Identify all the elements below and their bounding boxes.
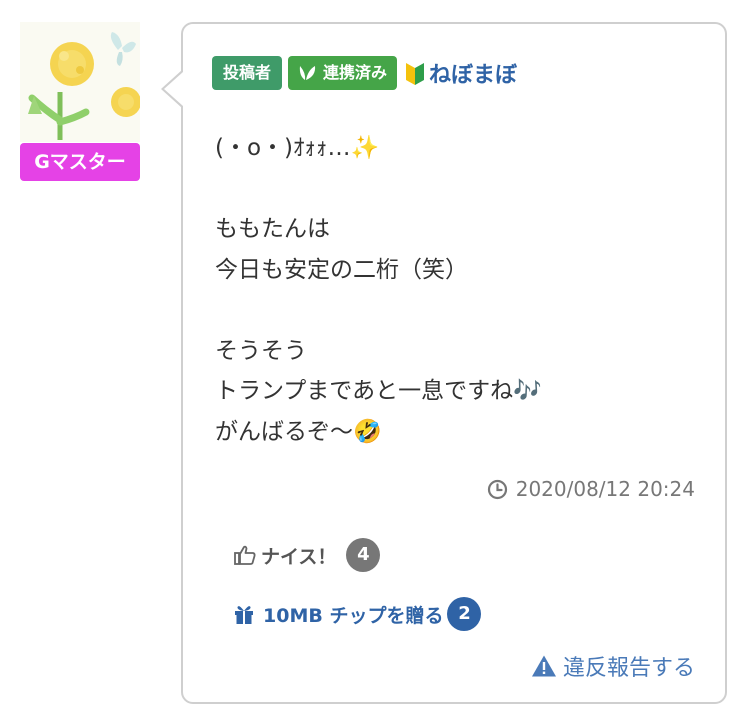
comment-header: 投稿者 連携済み ねぼまぼ bbox=[212, 56, 517, 90]
chip-gift-button[interactable]: 10MB チップを贈る 2 bbox=[233, 597, 482, 631]
chip-count-badge: 2 bbox=[447, 597, 482, 631]
thumbs-up-icon bbox=[234, 545, 256, 565]
post-line bbox=[215, 169, 705, 210]
report-label: 違反報告する bbox=[562, 656, 695, 681]
post-line: そうそう bbox=[215, 337, 307, 364]
post-line: がんばるぞ〜🤣 bbox=[215, 418, 382, 445]
username-link[interactable]: ねぼまぼ bbox=[429, 57, 517, 89]
post-line bbox=[215, 290, 705, 331]
gift-icon bbox=[235, 606, 253, 624]
avatar[interactable] bbox=[20, 22, 140, 142]
timestamp-text: 2020/08/12 20:24 bbox=[515, 477, 695, 501]
bubble-tail-fill bbox=[164, 72, 183, 106]
post-line: ももたんは bbox=[215, 216, 330, 242]
comment-bubble: 投稿者 連携済み ねぼまぼ (・o・)ｵｫｫ…✨ ももたんは 今日も安定の二桁（… bbox=[181, 22, 727, 704]
post-text: (・o・)ｵｫｫ…✨ ももたんは 今日も安定の二桁（笑） そうそう トランプまで… bbox=[215, 128, 705, 452]
linked-tag-label: 連携済み bbox=[323, 63, 388, 82]
leaf-icon bbox=[299, 66, 316, 80]
nice-count-badge: 4 bbox=[346, 538, 381, 572]
chip-label: 10MB チップを贈る bbox=[263, 604, 444, 627]
comment-card: Gマスター 投稿者 連携済み ねぼまぼ (・o・)ｵｫｫ…✨ ももたんは 今日も… bbox=[0, 0, 750, 725]
rank-badge[interactable]: Gマスター bbox=[20, 143, 140, 181]
nice-button[interactable]: ナイス！ 4 bbox=[233, 538, 381, 572]
poster-tag: 投稿者 bbox=[212, 56, 283, 90]
post-line: トランプまであと一息ですね🎶 bbox=[215, 378, 542, 404]
clock-icon bbox=[487, 479, 507, 499]
post-line: 今日も安定の二桁（笑） bbox=[215, 256, 468, 283]
post-line: (・o・)ｵｫｫ…✨ bbox=[215, 135, 380, 161]
warning-icon bbox=[531, 655, 556, 677]
beginner-mark-icon bbox=[406, 63, 425, 85]
author-column: Gマスター bbox=[20, 22, 140, 181]
nice-label: ナイス！ bbox=[261, 545, 337, 568]
post-timestamp: 2020/08/12 20:24 bbox=[487, 477, 695, 501]
linked-tag: 連携済み bbox=[288, 56, 398, 90]
report-link[interactable]: 違反報告する bbox=[531, 650, 695, 682]
